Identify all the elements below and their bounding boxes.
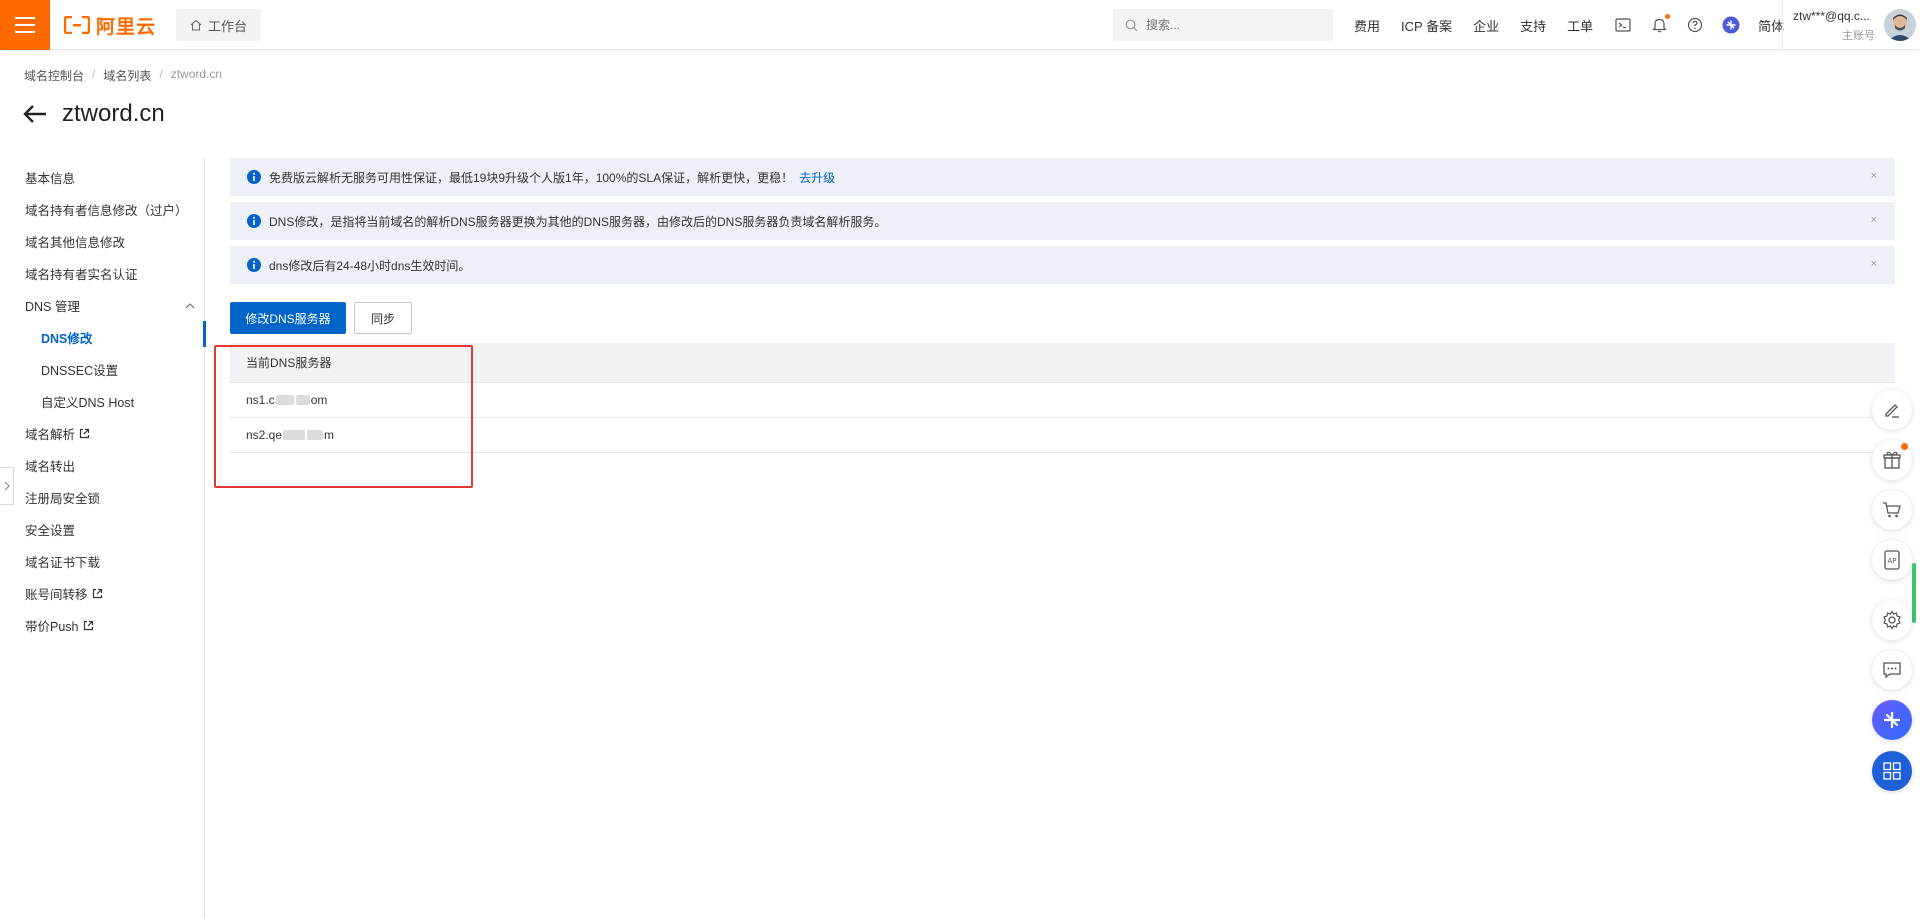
ai-assistant-icon <box>1884 712 1900 728</box>
top-nav-links: 费用 ICP 备案 企业 支持 工单 简体 <box>1354 0 1805 50</box>
menu-button[interactable] <box>0 0 50 50</box>
edit-float-button[interactable] <box>1872 390 1912 430</box>
sidebar-item-basic-info[interactable]: 基本信息 <box>25 168 75 187</box>
sidebar-item-account-transfer[interactable]: 账号间转移 <box>25 584 103 603</box>
sidebar-active-indicator <box>203 321 206 347</box>
nav-link-ticket[interactable]: 工单 <box>1567 16 1593 35</box>
scroll-indicator <box>1912 563 1916 623</box>
breadcrumb-separator: / <box>92 67 96 81</box>
breadcrumb: 域名控制台 / 域名列表 / ztword.cn <box>24 67 222 84</box>
alert-dns-effective: dns修改后有24-48小时dns生效时间。 × <box>230 246 1895 284</box>
workbench-button[interactable]: 工作台 <box>176 9 262 41</box>
table-header: 当前DNS服务器 <box>230 343 1895 383</box>
svg-text:AP: AP <box>1887 557 1896 565</box>
logo-text: 阿里云 <box>96 16 157 38</box>
nav-link-support[interactable]: 支持 <box>1520 16 1546 35</box>
apps-float-button[interactable] <box>1872 751 1912 791</box>
sidebar: 基本信息 域名持有者信息修改（过户） 域名其他信息修改 域名持有者实名认证 DN… <box>0 158 205 919</box>
app-icon: AP <box>1884 550 1900 570</box>
nav-link-billing[interactable]: 费用 <box>1354 16 1380 35</box>
sidebar-item-security[interactable]: 安全设置 <box>25 520 75 539</box>
help-icon[interactable] <box>1686 16 1704 34</box>
home-icon <box>190 19 202 31</box>
close-icon[interactable]: × <box>1871 258 1877 270</box>
search-icon <box>1125 19 1138 31</box>
info-icon <box>247 258 261 272</box>
chevron-up-icon <box>185 302 195 308</box>
user-menu[interactable]: ztw***@qq.c... 主账号 <box>1782 0 1920 50</box>
breadcrumb-domain-list[interactable]: 域名列表 <box>103 67 151 84</box>
modify-dns-button[interactable]: 修改DNS服务器 <box>230 302 346 334</box>
sidebar-item-holder-change[interactable]: 域名持有者信息修改（过户） <box>25 200 188 219</box>
table-row: ns1.c om <box>230 383 1895 418</box>
hamburger-icon <box>15 17 35 33</box>
avatar[interactable] <box>1884 9 1916 41</box>
sidebar-item-dnssec[interactable]: DNSSEC设置 <box>41 360 118 379</box>
info-icon <box>247 214 261 228</box>
back-arrow-icon[interactable] <box>22 104 48 124</box>
sidebar-item-custom-dns-host[interactable]: 自定义DNS Host <box>41 392 134 411</box>
gear-icon <box>1883 610 1901 630</box>
upgrade-link[interactable]: 去升级 <box>799 169 835 186</box>
sidebar-item-domain-resolve[interactable]: 域名解析 <box>25 424 90 443</box>
title-row: ztword.cn <box>22 100 165 128</box>
settings-float-button[interactable] <box>1872 600 1912 640</box>
nav-link-icp[interactable]: ICP 备案 <box>1401 16 1452 35</box>
gift-float-button[interactable] <box>1872 440 1912 480</box>
page-title: ztword.cn <box>62 100 165 127</box>
gift-icon <box>1883 451 1901 469</box>
aliyun-logo[interactable]: 阿里云 <box>64 12 156 38</box>
highlight-annotation-box <box>214 345 473 488</box>
sidebar-collapse-toggle[interactable] <box>0 467 14 505</box>
chevron-right-icon <box>4 481 10 491</box>
info-icon <box>247 170 261 184</box>
sidebar-item-transfer-out[interactable]: 域名转出 <box>25 456 75 475</box>
notification-dot <box>1665 14 1671 19</box>
dns-server-table: 当前DNS服务器 ns1.c om ns2.qe m <box>230 343 1895 453</box>
chat-float-button[interactable] <box>1872 650 1912 690</box>
cart-float-button[interactable] <box>1872 490 1912 530</box>
alert-upgrade: 免费版云解析无服务可用性保证，最低19块9升级个人版1年，100%的SLA保证，… <box>230 158 1895 196</box>
external-link-icon <box>79 428 90 439</box>
table-row: ns2.qe m <box>230 418 1895 453</box>
user-name: ztw***@qq.c... <box>1793 9 1870 23</box>
search-box[interactable] <box>1113 9 1333 41</box>
cart-icon <box>1883 502 1901 518</box>
sidebar-item-priced-push[interactable]: 带价Push <box>25 616 94 635</box>
sidebar-item-other-info[interactable]: 域名其他信息修改 <box>25 232 125 251</box>
sync-button[interactable]: 同步 <box>354 302 412 334</box>
sidebar-item-dns-modify[interactable]: DNS修改 <box>41 328 92 347</box>
sidebar-item-registry-lock[interactable]: 注册局安全锁 <box>25 488 100 507</box>
breadcrumb-current: ztword.cn <box>170 67 223 81</box>
external-link-icon <box>92 588 102 599</box>
sidebar-group-dns[interactable]: DNS 管理 <box>25 296 195 315</box>
user-role: 主账号 <box>1842 30 1875 42</box>
external-link-icon <box>83 620 93 631</box>
sidebar-item-certificate[interactable]: 域名证书下载 <box>25 552 100 571</box>
language-switch[interactable]: 简体 <box>1758 16 1784 35</box>
top-navbar: 阿里云 工作台 费用 ICP 备案 企业 支持 工单 <box>0 0 1920 50</box>
close-icon[interactable]: × <box>1871 214 1877 226</box>
ai-assistant-icon[interactable] <box>1722 16 1740 34</box>
terminal-icon[interactable] <box>1614 16 1632 34</box>
workbench-label: 工作台 <box>208 18 248 34</box>
bell-icon[interactable] <box>1650 14 1671 34</box>
ai-float-button[interactable] <box>1872 700 1912 740</box>
alert-text: DNS修改，是指将当前域名的解析DNS服务器更换为其他的DNS服务器，由修改后的… <box>269 214 887 229</box>
breadcrumb-domain-console[interactable]: 域名控制台 <box>24 67 84 84</box>
alert-text: dns修改后有24-48小时dns生效时间。 <box>269 258 471 273</box>
sidebar-item-realname[interactable]: 域名持有者实名认证 <box>25 264 138 283</box>
gift-notification-dot <box>1901 443 1908 450</box>
close-icon[interactable]: × <box>1871 170 1877 182</box>
breadcrumb-separator: / <box>159 67 163 81</box>
alert-text: 免费版云解析无服务可用性保证，最低19块9升级个人版1年，100%的SLA保证，… <box>269 170 794 185</box>
search-input[interactable] <box>1146 18 1316 32</box>
alert-dns-info: DNS修改，是指将当前域名的解析DNS服务器更换为其他的DNS服务器，由修改后的… <box>230 202 1895 240</box>
app-float-button[interactable]: AP <box>1872 540 1912 580</box>
apps-grid-icon <box>1883 762 1901 780</box>
aliyun-logo-icon <box>64 16 90 34</box>
chat-icon <box>1883 662 1901 679</box>
edit-icon <box>1885 404 1899 418</box>
nav-link-enterprise[interactable]: 企业 <box>1473 16 1499 35</box>
